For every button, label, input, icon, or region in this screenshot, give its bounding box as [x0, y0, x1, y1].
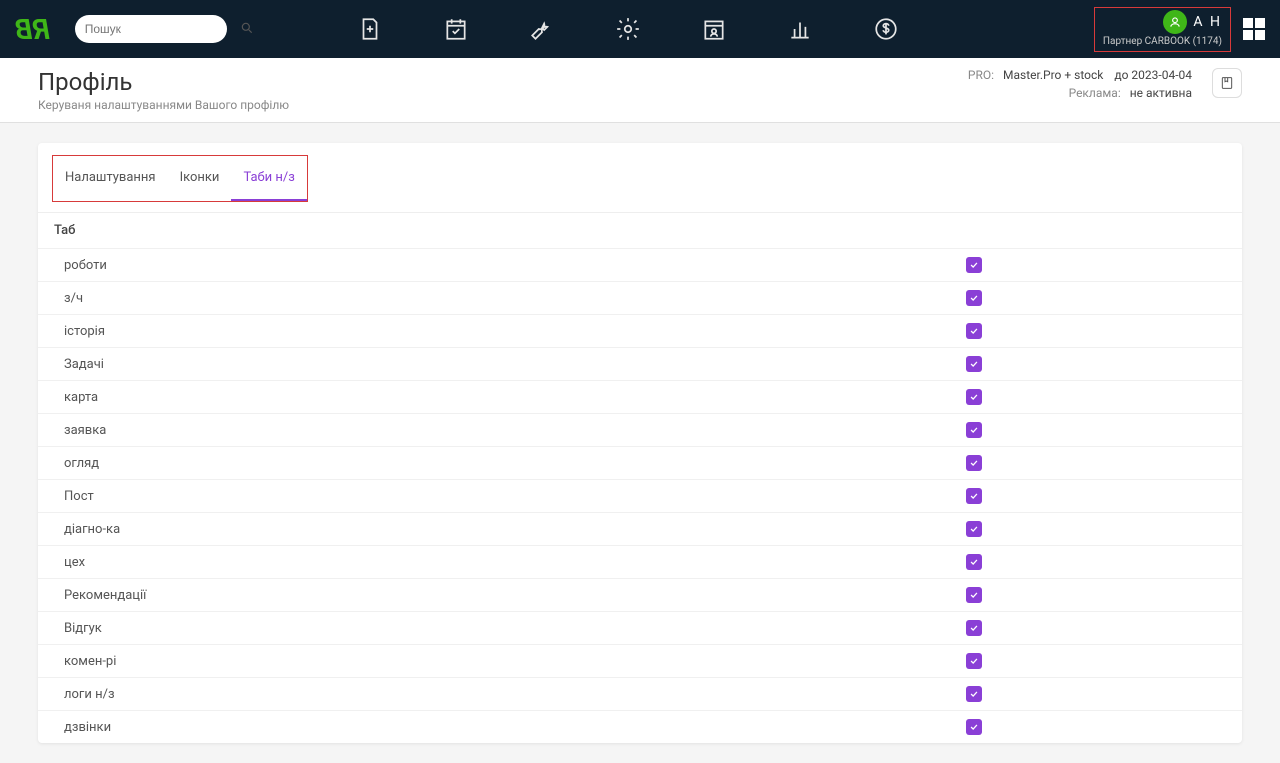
bookmark-button[interactable]	[1212, 68, 1242, 98]
row-check-cell	[966, 521, 1226, 537]
row-label: заявка	[54, 423, 966, 438]
checkbox[interactable]	[966, 653, 982, 669]
table-row: з/ч	[38, 281, 1242, 314]
row-label: з/ч	[54, 291, 966, 306]
nav-icons	[357, 16, 899, 42]
row-label: Відгук	[54, 621, 966, 636]
checkbox[interactable]	[966, 422, 982, 438]
row-label: Задачі	[54, 357, 966, 372]
page-subtitle: Керуваня налаштуваннями Вашого профілю	[38, 98, 289, 112]
row-label: комен-рі	[54, 654, 966, 669]
chart-icon[interactable]	[787, 16, 813, 42]
checkbox[interactable]	[966, 389, 982, 405]
table-row: комен-рі	[38, 644, 1242, 677]
checkbox[interactable]	[966, 488, 982, 504]
checkbox[interactable]	[966, 257, 982, 273]
pro-value: Master.Pro + stock	[1003, 68, 1103, 82]
calendar-user-icon[interactable]	[701, 16, 727, 42]
gear-icon[interactable]	[615, 16, 641, 42]
checkbox[interactable]	[966, 455, 982, 471]
row-label: діагно-ка	[54, 522, 966, 537]
row-check-cell	[966, 257, 1226, 273]
user-block[interactable]: А Н Партнер CARBOOK (1174)	[1094, 7, 1231, 52]
row-check-cell	[966, 620, 1226, 636]
row-check-cell	[966, 290, 1226, 306]
table-row: Відгук	[38, 611, 1242, 644]
row-check-cell	[966, 455, 1226, 471]
checkbox[interactable]	[966, 290, 982, 306]
table-row: Пост	[38, 479, 1242, 512]
row-check-cell	[966, 554, 1226, 570]
subheader: Профіль Керуваня налаштуваннями Вашого п…	[0, 58, 1280, 123]
row-check-cell	[966, 587, 1226, 603]
table-row: Рекомендації	[38, 578, 1242, 611]
tab-tabs-nz[interactable]: Таби н/з	[231, 156, 306, 201]
ad-value: не активна	[1130, 86, 1192, 100]
row-check-cell	[966, 422, 1226, 438]
table-row: роботи	[38, 248, 1242, 281]
search-icon[interactable]	[240, 20, 254, 39]
table-row: діагно-ка	[38, 512, 1242, 545]
row-label: Пост	[54, 489, 966, 504]
table-row: історія	[38, 314, 1242, 347]
pro-label: PRO:	[968, 68, 994, 82]
wrench-icon[interactable]	[529, 16, 555, 42]
checkbox[interactable]	[966, 521, 982, 537]
header-right: А Н Партнер CARBOOK (1174)	[1094, 7, 1265, 52]
tab-icons[interactable]: Іконки	[168, 156, 232, 201]
avatar	[1163, 10, 1187, 34]
row-label: дзвінки	[54, 720, 966, 735]
tab-settings[interactable]: Налаштування	[53, 156, 168, 201]
row-label: цех	[54, 555, 966, 570]
new-doc-icon[interactable]	[357, 16, 383, 42]
table-row: карта	[38, 380, 1242, 413]
user-subtitle: Партнер CARBOOK (1174)	[1103, 36, 1222, 47]
dollar-icon[interactable]	[873, 16, 899, 42]
row-check-cell	[966, 653, 1226, 669]
row-label: Рекомендації	[54, 588, 966, 603]
table-row: огляд	[38, 446, 1242, 479]
row-check-cell	[966, 686, 1226, 702]
page-title: Профіль	[38, 68, 289, 96]
row-label: огляд	[54, 456, 966, 471]
table-row: дзвінки	[38, 710, 1242, 743]
card: Налаштування Іконки Таби н/з Таб роботи з…	[38, 143, 1242, 743]
row-label: роботи	[54, 258, 966, 273]
table-row: заявка	[38, 413, 1242, 446]
row-check-cell	[966, 356, 1226, 372]
search-box[interactable]	[75, 15, 227, 43]
table-row: Задачі	[38, 347, 1242, 380]
checkbox[interactable]	[966, 323, 982, 339]
checkbox[interactable]	[966, 587, 982, 603]
row-check-cell	[966, 323, 1226, 339]
tabs: Налаштування Іконки Таби н/з	[52, 155, 308, 202]
apps-icon[interactable]	[1243, 18, 1265, 40]
checkbox[interactable]	[966, 356, 982, 372]
table-body: роботи з/ч історія Задачі карта заявка огляд По…	[38, 248, 1242, 743]
checkbox[interactable]	[966, 554, 982, 570]
checkbox[interactable]	[966, 620, 982, 636]
row-check-cell	[966, 488, 1226, 504]
checkbox[interactable]	[966, 686, 982, 702]
calendar-check-icon[interactable]	[443, 16, 469, 42]
subheader-info: PRO: Master.Pro + stock до 2023-04-04 Ре…	[968, 68, 1192, 104]
pro-until: до 2023-04-04	[1114, 68, 1192, 82]
content: Налаштування Іконки Таби н/з Таб роботи з…	[0, 123, 1280, 763]
search-input[interactable]	[85, 22, 240, 36]
app-header: RB А Н Партнер CARBOOK (1174)	[0, 0, 1280, 58]
checkbox[interactable]	[966, 719, 982, 735]
table-header: Таб	[38, 212, 1242, 248]
ad-label: Реклама:	[1069, 86, 1121, 100]
logo: RB	[15, 13, 50, 46]
row-check-cell	[966, 389, 1226, 405]
row-label: логи н/з	[54, 687, 966, 702]
table-row: цех	[38, 545, 1242, 578]
row-label: карта	[54, 390, 966, 405]
row-check-cell	[966, 719, 1226, 735]
user-initials: А Н	[1193, 14, 1222, 30]
row-label: історія	[54, 324, 966, 339]
